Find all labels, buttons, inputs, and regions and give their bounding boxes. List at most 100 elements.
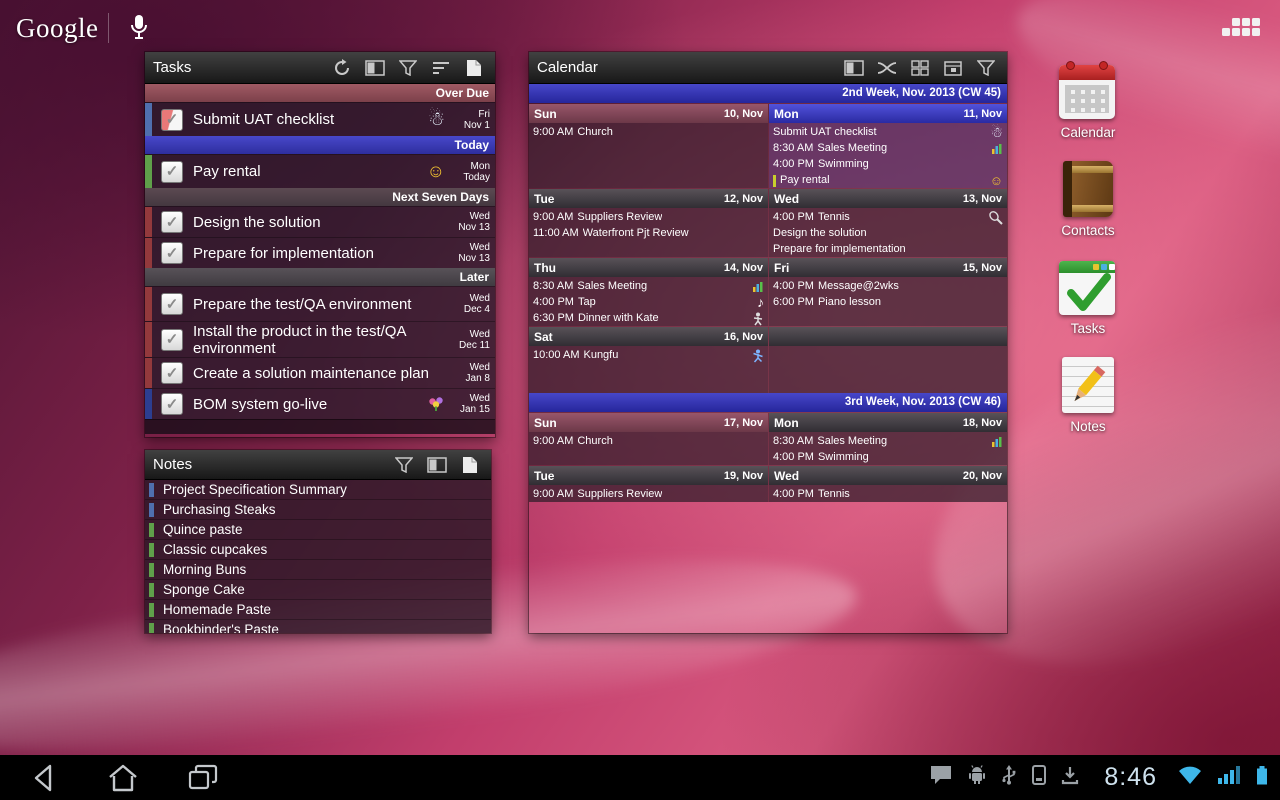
android-usb-debug-icon[interactable] bbox=[968, 765, 986, 790]
panel-view-icon[interactable] bbox=[841, 56, 867, 80]
task-checkbox[interactable]: ✓ bbox=[161, 109, 183, 131]
calendar-day-cell[interactable]: Thu 14, Nov 8:30 AMSales Meeting 4:00 PM… bbox=[529, 258, 768, 326]
calendar-event[interactable]: 4:00 PMMessage@2wks bbox=[769, 278, 1007, 294]
calendar-event[interactable]: 8:30 AMSales Meeting bbox=[529, 278, 768, 294]
shuffle-icon[interactable] bbox=[874, 56, 900, 80]
task-row[interactable]: ✓ Install the product in the test/QA env… bbox=[145, 321, 495, 357]
calendar-event[interactable]: 11:00 AMWaterfront Pjt Review bbox=[529, 225, 768, 241]
calendar-app-icon bbox=[1059, 62, 1117, 120]
calendar-event[interactable]: Submit UAT checklist☃ bbox=[769, 124, 1007, 140]
task-row[interactable]: ✓ Submit UAT checklist ☃ Fri Nov 1 bbox=[145, 102, 495, 136]
calendar-day-cell[interactable]: Mon 18, Nov 8:30 AMSales Meeting 4:00 PM… bbox=[768, 413, 1007, 465]
note-row[interactable]: Morning Buns bbox=[145, 560, 491, 580]
task-checkbox[interactable]: ✓ bbox=[161, 293, 183, 315]
home-button[interactable] bbox=[92, 755, 154, 800]
all-apps-button[interactable] bbox=[1220, 16, 1262, 38]
filter-icon[interactable] bbox=[973, 56, 999, 80]
calendar-event[interactable]: 9:00 AMSuppliers Review bbox=[529, 486, 768, 502]
app-shortcut-notes[interactable]: Notes bbox=[1046, 356, 1130, 434]
download-icon[interactable] bbox=[1061, 765, 1079, 790]
task-checkbox[interactable]: ✓ bbox=[161, 393, 183, 415]
tasks-widget-footer bbox=[145, 419, 495, 434]
calendar-day-cell[interactable]: Sun 17, Nov 9:00 AMChurch bbox=[529, 413, 768, 465]
calendar-event[interactable]: Design the solution bbox=[769, 225, 1007, 241]
calendar-day-cell[interactable]: Fri 15, Nov 4:00 PMMessage@2wks 6:00 PMP… bbox=[768, 258, 1007, 326]
calendar-event[interactable]: 4:00 PMSwimming bbox=[769, 449, 1007, 465]
sort-icon[interactable] bbox=[428, 56, 454, 80]
task-checkbox[interactable]: ✓ bbox=[161, 242, 183, 264]
chat-bubble-icon[interactable] bbox=[929, 764, 953, 791]
calendar-event[interactable]: Prepare for implementation bbox=[769, 241, 1007, 257]
note-row[interactable]: Quince paste bbox=[145, 520, 491, 540]
calendar-day-cell-today[interactable]: Mon 11, Nov Submit UAT checklist☃ 8:30 A… bbox=[768, 104, 1007, 188]
task-title: Prepare for implementation bbox=[193, 245, 449, 262]
note-row[interactable]: Classic cupcakes bbox=[145, 540, 491, 560]
task-row[interactable]: ✓ Create a solution maintenance plan Wed… bbox=[145, 357, 495, 388]
app-shortcut-contacts[interactable]: Contacts bbox=[1046, 160, 1130, 238]
voice-search-mic-icon[interactable] bbox=[124, 12, 154, 44]
calendar-event[interactable]: 4:00 PMTennis bbox=[769, 486, 1007, 502]
calendar-event[interactable]: 8:30 AMSales Meeting bbox=[769, 140, 1007, 156]
calendar-event[interactable]: 6:30 PMDinner with Kate bbox=[529, 310, 768, 326]
calendar-event[interactable]: 9:00 AMChurch bbox=[529, 433, 768, 449]
refresh-icon[interactable] bbox=[329, 56, 355, 80]
task-row[interactable]: ✓ Pay rental ☺ Mon Today bbox=[145, 154, 495, 188]
note-row[interactable]: Project Specification Summary bbox=[145, 480, 491, 500]
new-note-icon[interactable] bbox=[457, 453, 483, 477]
wifi-icon[interactable] bbox=[1178, 766, 1202, 790]
calendar-event[interactable]: 9:00 AMChurch bbox=[529, 124, 768, 140]
calendar-event[interactable]: 8:30 AMSales Meeting bbox=[769, 433, 1007, 449]
calendar-day-cell[interactable]: Tue 12, Nov 9:00 AMSuppliers Review 11:0… bbox=[529, 189, 768, 257]
filter-icon[interactable] bbox=[391, 453, 417, 477]
calendar-event[interactable]: 4:00 PMTennis bbox=[769, 209, 1007, 225]
clock[interactable]: 8:46 bbox=[1104, 763, 1157, 792]
calendar-day-cell[interactable]: Sat 16, Nov 10:00 AMKungfu bbox=[529, 327, 768, 393]
note-row[interactable]: Purchasing Steaks bbox=[145, 500, 491, 520]
calendar-day-cell[interactable]: Tue 19, Nov 9:00 AMSuppliers Review bbox=[529, 466, 768, 502]
note-row[interactable]: Homemade Paste bbox=[145, 600, 491, 620]
task-row[interactable]: ✓ Prepare for implementation Wed Nov 13 bbox=[145, 237, 495, 268]
google-search-logo[interactable]: Google bbox=[16, 13, 98, 44]
calendar-event[interactable]: 4:00 PMSwimming bbox=[769, 156, 1007, 172]
usb-connected-icon[interactable] bbox=[1001, 765, 1017, 790]
task-row[interactable]: ✓ Prepare the test/QA environment Wed De… bbox=[145, 286, 495, 321]
day-header: Tue 12, Nov bbox=[529, 189, 768, 208]
calendar-day-cell[interactable]: Wed 20, Nov 4:00 PMTennis bbox=[768, 466, 1007, 502]
battery-icon[interactable] bbox=[1256, 766, 1268, 790]
task-row[interactable]: ✓ BOM system go-live Wed Jan 15 bbox=[145, 388, 495, 419]
panel-view-icon[interactable] bbox=[362, 56, 388, 80]
task-checkbox[interactable]: ✓ bbox=[161, 211, 183, 233]
task-due-date: Wed Jan 15 bbox=[449, 393, 495, 415]
calendar-event[interactable]: 4:00 PMTap♪ bbox=[529, 294, 768, 310]
task-row[interactable]: ✓ Design the solution Wed Nov 13 bbox=[145, 206, 495, 237]
task-checkbox[interactable]: ✓ bbox=[161, 161, 183, 183]
recents-button[interactable] bbox=[172, 755, 234, 800]
calendar-event[interactable]: 10:00 AMKungfu bbox=[529, 347, 768, 363]
grid-view-icon[interactable] bbox=[907, 56, 933, 80]
filter-icon[interactable] bbox=[395, 56, 421, 80]
back-button[interactable] bbox=[12, 755, 74, 800]
day-header-today: Mon 11, Nov bbox=[769, 104, 1007, 123]
status-tray[interactable]: 8:46 bbox=[929, 763, 1280, 792]
day-header: Sun 17, Nov bbox=[529, 413, 768, 432]
day-header: Thu 14, Nov bbox=[529, 258, 768, 277]
app-shortcut-tasks[interactable]: Tasks bbox=[1046, 258, 1130, 336]
today-icon[interactable] bbox=[940, 56, 966, 80]
calendar-day-cell[interactable]: Wed 13, Nov 4:00 PMTennis Design the sol… bbox=[768, 189, 1007, 257]
priority-bar bbox=[145, 287, 152, 321]
storage-device-icon[interactable] bbox=[1032, 765, 1046, 790]
new-task-icon[interactable] bbox=[461, 56, 487, 80]
task-checkbox[interactable]: ✓ bbox=[161, 329, 183, 351]
calendar-event[interactable]: 9:00 AMSuppliers Review bbox=[529, 209, 768, 225]
task-title: Submit UAT checklist bbox=[193, 111, 428, 128]
note-row[interactable]: Sponge Cake bbox=[145, 580, 491, 600]
calendar-event[interactable]: 6:00 PMPiano lesson bbox=[769, 294, 1007, 310]
app-shortcut-calendar[interactable]: Calendar bbox=[1046, 62, 1130, 140]
calendar-day-cell[interactable]: Sun 10, Nov 9:00 AMChurch bbox=[529, 104, 768, 188]
task-checkbox[interactable]: ✓ bbox=[161, 362, 183, 384]
panel-view-icon[interactable] bbox=[424, 453, 450, 477]
notes-widget-header: Notes bbox=[145, 450, 491, 480]
calendar-event[interactable]: Pay rental☺ bbox=[769, 172, 1007, 188]
note-row[interactable]: Bookbinder's Paste bbox=[145, 620, 491, 633]
signal-strength-icon[interactable] bbox=[1217, 766, 1241, 789]
